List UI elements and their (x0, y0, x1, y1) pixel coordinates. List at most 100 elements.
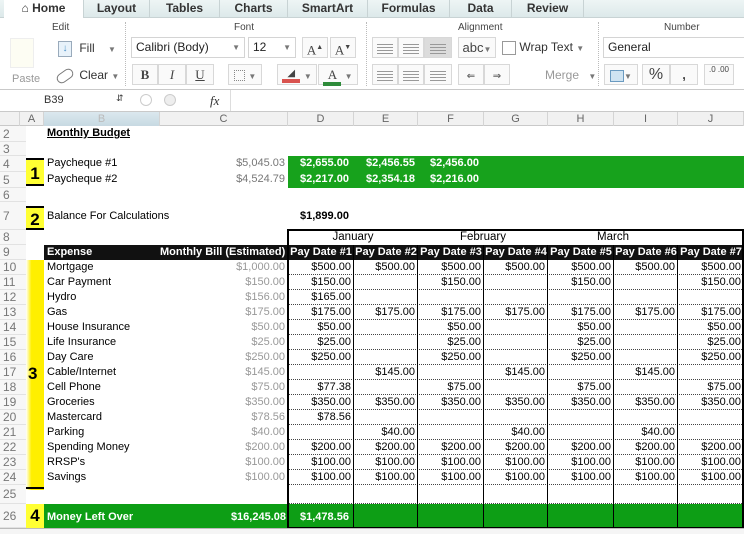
pay-cell[interactable]: $25.00 (288, 336, 351, 348)
column-header-h[interactable]: H (548, 112, 614, 126)
align-right-button[interactable] (424, 64, 452, 85)
cancel-icon[interactable] (140, 94, 152, 106)
pay-cell[interactable]: $200.00 (678, 441, 741, 453)
pay-cell[interactable]: $200.00 (354, 441, 415, 453)
row-header[interactable]: 10 (0, 260, 26, 275)
pay-cell[interactable]: $350.00 (678, 396, 741, 408)
column-header-d[interactable]: D (288, 112, 354, 126)
bold-button[interactable]: B (132, 64, 158, 85)
tab-home[interactable]: ⌂ Home (4, 0, 84, 19)
pay-cell[interactable]: $50.00 (548, 321, 611, 333)
row-header[interactable]: 25 (0, 485, 26, 504)
pay-cell[interactable]: $100.00 (484, 456, 545, 468)
pay-cell[interactable]: $100.00 (548, 456, 611, 468)
pay-cell[interactable]: $25.00 (548, 336, 611, 348)
row-header[interactable]: 26 (0, 504, 26, 528)
pay-cell[interactable]: $100.00 (678, 471, 741, 483)
pay-cell[interactable]: $175.00 (288, 306, 351, 318)
pay-cell[interactable]: $500.00 (548, 261, 611, 273)
pay-cell[interactable]: $145.00 (614, 366, 675, 378)
pay-cell[interactable]: $175.00 (354, 306, 415, 318)
pay-cell[interactable]: $100.00 (678, 456, 741, 468)
font-color-button[interactable]: A ▼ (318, 64, 358, 86)
pay-cell[interactable]: $165.00 (288, 291, 351, 303)
tab-charts[interactable]: Charts (220, 0, 288, 18)
row-header[interactable]: 19 (0, 395, 26, 410)
underline-button[interactable]: U (186, 64, 214, 85)
fill-color-button[interactable]: ◢ ▼ (277, 64, 317, 85)
paste-button[interactable]: Paste (12, 69, 40, 90)
name-box-stepper-icon[interactable]: ⇵ (116, 93, 124, 104)
borders-button[interactable]: ▼ (228, 64, 262, 85)
pay-cell[interactable]: $75.00 (548, 381, 611, 393)
name-box[interactable]: B39 (44, 94, 64, 106)
row-header[interactable]: 16 (0, 350, 26, 365)
pay-cell[interactable]: $145.00 (484, 366, 545, 378)
pay-cell[interactable]: $145.00 (354, 366, 415, 378)
tab-tables[interactable]: Tables (150, 0, 220, 18)
row-header[interactable]: 11 (0, 275, 26, 290)
pay-cell[interactable]: $100.00 (288, 471, 351, 483)
pay-cell[interactable]: $500.00 (354, 261, 415, 273)
row-header[interactable]: 7 (0, 202, 26, 230)
number-format-select[interactable]: General (603, 37, 744, 58)
pay-cell[interactable]: $500.00 (678, 261, 741, 273)
pay-cell[interactable]: $50.00 (678, 321, 741, 333)
pay-cell[interactable]: $350.00 (548, 396, 611, 408)
fx-icon[interactable]: fx (210, 93, 219, 109)
comma-button[interactable]: , (670, 64, 698, 85)
pay-cell[interactable]: $350.00 (614, 396, 675, 408)
row-header[interactable]: 21 (0, 425, 26, 440)
wrap-text-button[interactable]: Wrap Text ▼ (502, 37, 584, 58)
pay-cell[interactable]: $500.00 (484, 261, 545, 273)
pay-cell[interactable]: $150.00 (288, 276, 351, 288)
pay-cell[interactable]: $100.00 (614, 471, 675, 483)
row-header[interactable]: 3 (0, 142, 26, 156)
align-middle-button[interactable] (398, 37, 424, 58)
pay-cell[interactable]: $100.00 (418, 471, 481, 483)
column-header-i[interactable]: I (614, 112, 678, 126)
pay-cell[interactable]: $150.00 (678, 276, 741, 288)
pay-cell[interactable]: $500.00 (418, 261, 481, 273)
column-header-a[interactable]: A (20, 112, 44, 126)
pay-cell[interactable]: $200.00 (484, 441, 545, 453)
pay-cell[interactable]: $100.00 (484, 471, 545, 483)
row-header[interactable]: 17 (0, 365, 26, 380)
column-header-e[interactable]: E (354, 112, 418, 126)
align-center-button[interactable] (398, 64, 424, 85)
pay-cell[interactable]: $250.00 (678, 351, 741, 363)
row-header[interactable]: 9 (0, 245, 26, 260)
italic-button[interactable]: I (158, 64, 186, 85)
clear-button[interactable]: Clear ▼ (54, 65, 119, 86)
row-header[interactable]: 12 (0, 290, 26, 305)
pay-cell[interactable]: $150.00 (548, 276, 611, 288)
row-header[interactable]: 5 (0, 172, 26, 188)
merge-button[interactable]: Merge ▼ (545, 65, 596, 86)
increase-indent-button[interactable]: ⇒ (484, 64, 510, 85)
currency-button[interactable]: ▼ (604, 64, 638, 85)
row-header[interactable]: 20 (0, 410, 26, 425)
column-header-c[interactable]: C (160, 112, 288, 126)
tab-layout[interactable]: Layout (84, 0, 150, 18)
tab-data[interactable]: Data (450, 0, 512, 18)
pay-cell[interactable]: $500.00 (614, 261, 675, 273)
pay-cell[interactable]: $175.00 (548, 306, 611, 318)
row-header[interactable]: 13 (0, 305, 26, 320)
font-size-select[interactable]: 12 ▼ (248, 37, 296, 58)
pay-cell[interactable]: $175.00 (614, 306, 675, 318)
pay-cell[interactable]: $175.00 (678, 306, 741, 318)
pay-cell[interactable]: $100.00 (354, 456, 415, 468)
font-name-select[interactable]: Calibri (Body) ▼ (131, 37, 245, 58)
select-all-corner[interactable] (0, 112, 20, 126)
pay-cell[interactable]: $350.00 (418, 396, 481, 408)
paste-icon[interactable] (10, 38, 34, 68)
align-top-button[interactable] (372, 37, 398, 58)
pay-cell[interactable]: $200.00 (548, 441, 611, 453)
pay-cell[interactable]: $50.00 (288, 321, 351, 333)
pay-cell[interactable]: $75.00 (418, 381, 481, 393)
row-header[interactable]: 22 (0, 440, 26, 455)
increase-decimal-button[interactable]: .0 .00 (704, 64, 734, 85)
tab-smartart[interactable]: SmartArt (288, 0, 368, 18)
pay-cell[interactable]: $25.00 (418, 336, 481, 348)
pay-cell[interactable]: $100.00 (548, 471, 611, 483)
